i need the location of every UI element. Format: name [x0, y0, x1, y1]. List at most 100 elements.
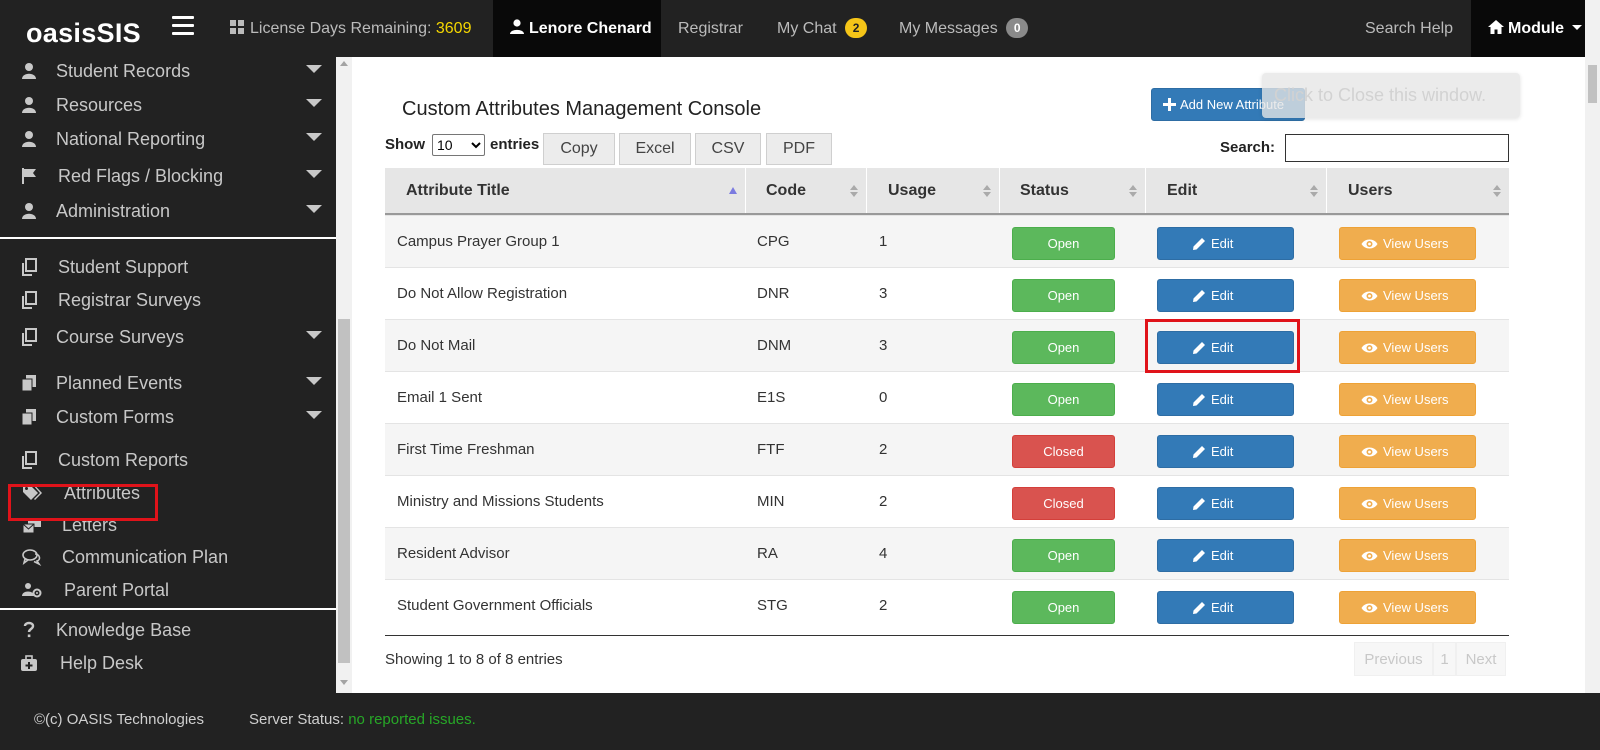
- copy-icon: [22, 328, 37, 346]
- scroll-thumb[interactable]: [1588, 65, 1597, 103]
- view-users-button[interactable]: View Users: [1339, 435, 1476, 468]
- status-button[interactable]: Open: [1012, 591, 1115, 624]
- copy-icon: [22, 258, 37, 276]
- pagination-next[interactable]: Next: [1456, 642, 1506, 676]
- sidebar-scrollbar[interactable]: [336, 57, 352, 693]
- edit-button[interactable]: Edit: [1157, 487, 1294, 520]
- sidebar-item-course-surveys[interactable]: Course Surveys: [0, 323, 336, 353]
- sidebar-item-red-flags[interactable]: Red Flags / Blocking: [0, 162, 336, 192]
- table-row: Resident Advisor RA 4 Open Edit View Users: [385, 527, 1509, 580]
- sidebar-item-label: Communication Plan: [62, 547, 229, 567]
- cell-code: RA: [757, 545, 778, 562]
- sidebar-item-label: Parent Portal: [64, 580, 170, 600]
- csv-button[interactable]: CSV: [695, 133, 761, 165]
- nav-my-messages[interactable]: My Messages 0: [899, 0, 1029, 57]
- top-navbar: oasisSIS License Days Remaining: 3609 Le…: [0, 0, 1600, 57]
- server-status: Server Status: no reported issues.: [249, 711, 476, 728]
- column-header-label: Status: [1020, 182, 1069, 199]
- cell-usage: 1: [879, 233, 888, 250]
- scroll-down-icon[interactable]: [340, 680, 348, 685]
- sidebar-item-administration[interactable]: Administration: [0, 197, 336, 227]
- column-header-users[interactable]: Users: [1327, 168, 1509, 213]
- sidebar-item-label: Red Flags / Blocking: [58, 166, 224, 186]
- column-header-code[interactable]: Code: [746, 168, 867, 213]
- sidebar-item-parent-portal[interactable]: Parent Portal: [0, 576, 336, 606]
- page-title: Custom Attributes Management Console: [402, 98, 762, 120]
- nav-my-chat[interactable]: My Chat 2: [777, 0, 868, 57]
- nav-registrar[interactable]: Registrar: [678, 0, 743, 57]
- edit-button[interactable]: Edit: [1157, 539, 1294, 572]
- license-label: License Days Remaining:: [250, 20, 432, 37]
- cell-usage: 4: [879, 545, 888, 562]
- pagination-page[interactable]: 1: [1433, 642, 1456, 676]
- status-button[interactable]: Open: [1012, 331, 1115, 364]
- chevron-down-icon: [306, 377, 322, 385]
- search-help-link[interactable]: Search Help: [1365, 0, 1453, 57]
- sidebar-item-custom-reports[interactable]: Custom Reports: [0, 446, 336, 476]
- sidebar-item-planned-events[interactable]: Planned Events: [0, 369, 336, 399]
- pagination-previous[interactable]: Previous: [1354, 642, 1433, 676]
- sidebar-item-student-support[interactable]: Student Support: [0, 253, 336, 283]
- user-menu[interactable]: Lenore Chenard: [493, 0, 661, 57]
- status-button[interactable]: Closed: [1012, 487, 1115, 520]
- sidebar-item-label: Registrar Surveys: [58, 290, 202, 310]
- edit-button[interactable]: Edit: [1157, 279, 1294, 312]
- edit-button[interactable]: Edit: [1157, 383, 1294, 416]
- user-icon: [22, 97, 36, 113]
- view-users-button[interactable]: View Users: [1339, 591, 1476, 624]
- cell-code: FTF: [757, 441, 785, 458]
- pdf-button[interactable]: PDF: [766, 133, 832, 165]
- edit-button-label: Edit: [1211, 600, 1234, 615]
- table-row: First Time Freshman FTF 2 Closed Edit View Us…: [385, 423, 1509, 476]
- sidebar-item-label: National Reporting: [56, 129, 206, 149]
- cell-code: CPG: [757, 233, 790, 250]
- sidebar-item-custom-forms[interactable]: Custom Forms: [0, 403, 336, 433]
- edit-button[interactable]: Edit: [1157, 591, 1294, 624]
- messages-count-badge: 0: [1006, 18, 1029, 38]
- status-button[interactable]: Open: [1012, 383, 1115, 416]
- edit-button[interactable]: Edit: [1157, 227, 1294, 260]
- status-button[interactable]: Open: [1012, 279, 1115, 312]
- column-header-usage[interactable]: Usage: [867, 168, 1000, 213]
- sidebar-item-knowledge-base[interactable]: Knowledge Base: [0, 616, 336, 646]
- status-button[interactable]: Open: [1012, 539, 1115, 572]
- copy-button[interactable]: Copy: [543, 133, 615, 165]
- status-button[interactable]: Open: [1012, 227, 1115, 260]
- view-users-button[interactable]: View Users: [1339, 383, 1476, 416]
- sidebar-item-registrar-surveys[interactable]: Registrar Surveys: [0, 286, 336, 316]
- sidebar-item-national-reporting[interactable]: National Reporting: [0, 125, 336, 155]
- view-users-button[interactable]: View Users: [1339, 539, 1476, 572]
- brand-logo[interactable]: oasisSIS: [26, 18, 141, 49]
- scroll-up-icon[interactable]: [340, 61, 348, 66]
- view-users-button[interactable]: View Users: [1339, 487, 1476, 520]
- cell-attribute-title: Do Not Allow Registration: [397, 285, 568, 302]
- menu-toggle-icon[interactable]: [172, 16, 194, 36]
- edit-button[interactable]: Edit: [1157, 435, 1294, 468]
- close-window-toast[interactable]: Click to Close this window.: [1262, 73, 1520, 118]
- module-menu[interactable]: Module: [1471, 0, 1585, 57]
- view-users-button[interactable]: View Users: [1339, 279, 1476, 312]
- sidebar-item-communication-plan[interactable]: Communication Plan: [0, 543, 336, 573]
- column-header-status[interactable]: Status: [1000, 168, 1146, 213]
- view-users-button[interactable]: View Users: [1339, 227, 1476, 260]
- column-header-edit[interactable]: Edit: [1146, 168, 1327, 213]
- excel-button[interactable]: Excel: [619, 133, 691, 165]
- scroll-thumb[interactable]: [338, 319, 350, 663]
- view-users-label: View Users: [1383, 236, 1449, 251]
- sidebar-item-student-records[interactable]: Student Records: [0, 57, 336, 87]
- eye-icon: [1361, 239, 1378, 249]
- cell-usage: 2: [879, 493, 888, 510]
- sort-both-icon: [1129, 185, 1137, 197]
- entries-per-page-select[interactable]: 10: [432, 134, 485, 156]
- status-button[interactable]: Closed: [1012, 435, 1115, 468]
- view-users-button[interactable]: View Users: [1339, 331, 1476, 364]
- page-scrollbar[interactable]: [1585, 57, 1600, 693]
- user-icon: [22, 203, 36, 219]
- sidebar-item-help-desk[interactable]: Help Desk: [0, 649, 336, 679]
- search-input[interactable]: [1285, 134, 1509, 162]
- view-users-label: View Users: [1383, 340, 1449, 355]
- column-header-attribute-title[interactable]: Attribute Title: [385, 168, 746, 213]
- cell-code: MIN: [757, 493, 785, 510]
- module-label: Module: [1508, 20, 1564, 37]
- sidebar-item-resources[interactable]: Resources: [0, 91, 336, 121]
